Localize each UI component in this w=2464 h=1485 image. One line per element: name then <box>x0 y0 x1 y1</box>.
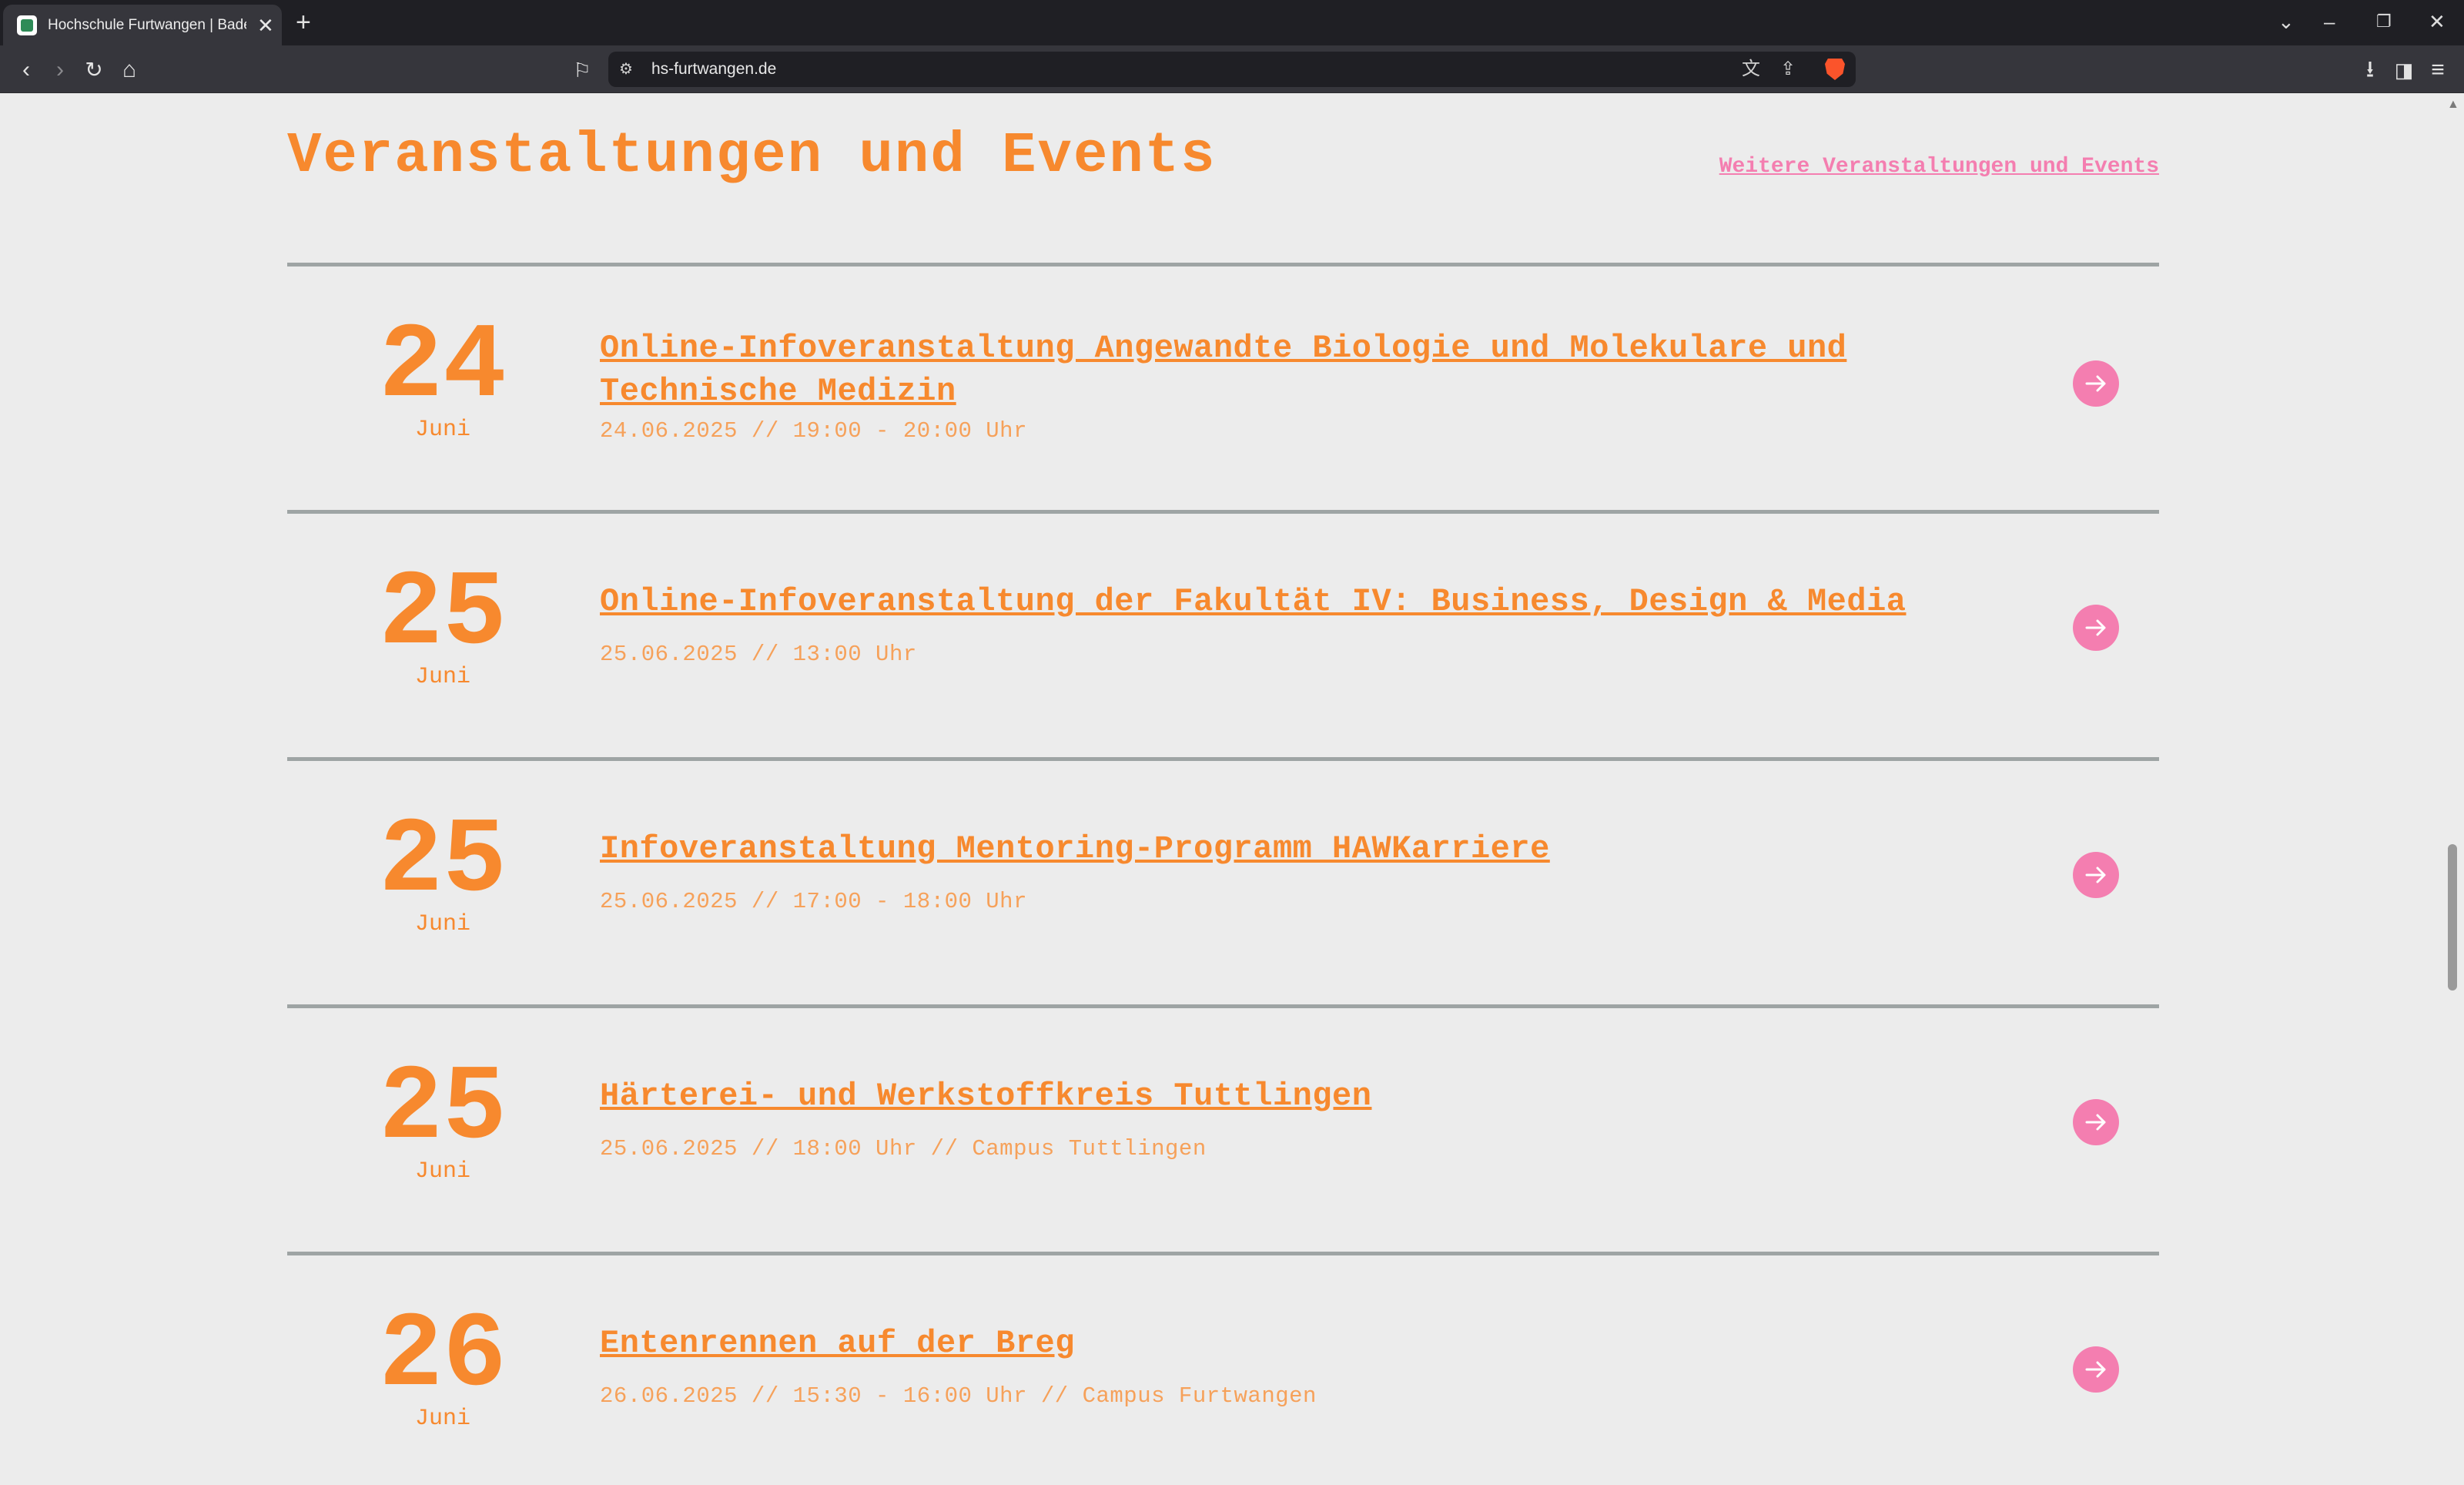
section-heading: Veranstaltungen und Events <box>287 124 1217 189</box>
event-title-link[interactable]: Entenrennen auf der Breg <box>600 1322 2047 1365</box>
address-bar[interactable]: ⚙ hs-furtwangen.de 文 ⇪ <box>608 52 1856 87</box>
bookmark-icon[interactable]: ⚐ <box>567 55 598 85</box>
scrollbar-thumb[interactable] <box>2448 844 2457 991</box>
event-title-link[interactable]: Online-Infoveranstaltung der Fakultät IV… <box>600 580 2047 623</box>
close-tab-icon[interactable]: ✕ <box>257 15 274 35</box>
event-month: Juni <box>414 664 470 690</box>
browser-tab[interactable]: Hochschule Furtwangen | Baden-Württember… <box>3 5 282 45</box>
brave-shields-icon[interactable] <box>1825 59 1845 80</box>
event-day: 24 <box>379 307 507 427</box>
event-item[interactable]: 25 Juni Infoveranstaltung Mentoring-Prog… <box>287 757 2159 1004</box>
event-month: Juni <box>414 1158 470 1185</box>
scroll-up-icon[interactable]: ▲ <box>2447 98 2459 112</box>
event-title-link[interactable]: Infoveranstaltung Mentoring-Programm HAW… <box>600 827 2047 870</box>
arrow-right-icon[interactable] <box>2073 852 2119 898</box>
event-item[interactable]: 25 Juni Online-Infoveranstaltung der Fak… <box>287 510 2159 757</box>
downloads-icon[interactable]: ⭳ <box>2355 55 2385 85</box>
close-window-button[interactable]: ✕ <box>2429 9 2446 34</box>
event-item[interactable]: 25 Juni Härterei- und Werkstoffkreis Tut… <box>287 1004 2159 1252</box>
event-month: Juni <box>414 1406 470 1432</box>
home-icon[interactable]: ⌂ <box>114 55 145 85</box>
url-text: hs-furtwangen.de <box>651 60 777 78</box>
event-list: 24 Juni Online-Infoveranstaltung Angewan… <box>287 263 2159 1485</box>
share-icon[interactable]: ⇪ <box>1780 57 1796 82</box>
event-item[interactable]: 26 Juni Entenrennen auf der Breg 26.06.2… <box>287 1252 2159 1485</box>
restore-button[interactable]: ❐ <box>2376 9 2392 34</box>
page-scrollbar[interactable]: ▲ <box>2441 93 2464 1485</box>
arrow-right-icon[interactable] <box>2073 1099 2119 1145</box>
arrow-right-icon[interactable] <box>2073 1346 2119 1393</box>
event-day: 25 <box>379 1049 507 1169</box>
arrow-right-icon[interactable] <box>2073 360 2119 407</box>
site-settings-icon[interactable]: ⚙ <box>619 57 633 82</box>
more-events-link[interactable]: Weitere Veranstaltungen und Events <box>1719 155 2159 179</box>
event-day: 26 <box>379 1296 507 1416</box>
event-meta: 24.06.2025 // 19:00 - 20:00 Uhr <box>600 418 1027 444</box>
event-month: Juni <box>414 417 470 443</box>
tab-list-chevron-icon[interactable]: ⌄ <box>2278 9 2295 34</box>
page-content: Veranstaltungen und Events Weitere Veran… <box>0 93 2441 1485</box>
forward-icon[interactable]: › <box>45 55 75 85</box>
event-meta: 25.06.2025 // 17:00 - 18:00 Uhr <box>600 889 1027 914</box>
menu-icon[interactable]: ≡ <box>2422 55 2453 85</box>
event-meta: 26.06.2025 // 15:30 - 16:00 Uhr // Campu… <box>600 1383 1317 1409</box>
browser-toolbar: ‹ › ↻ ⌂ ⚐ ⚙ hs-furtwangen.de 文 ⇪ ⭳ ◨ ≡ <box>0 45 2464 93</box>
event-title-link[interactable]: Härterei- und Werkstoffkreis Tuttlingen <box>600 1074 2047 1118</box>
event-item[interactable]: 24 Juni Online-Infoveranstaltung Angewan… <box>287 263 2159 510</box>
event-meta: 25.06.2025 // 13:00 Uhr <box>600 642 917 667</box>
site-favicon-icon <box>17 15 37 35</box>
browser-tab-bar: Hochschule Furtwangen | Baden-Württember… <box>0 0 2464 45</box>
event-day: 25 <box>379 802 507 922</box>
minimize-button[interactable]: – <box>2324 9 2335 34</box>
event-day: 25 <box>379 555 507 675</box>
tab-title: Hochschule Furtwangen | Baden-Württember… <box>48 16 246 33</box>
event-title-link[interactable]: Online-Infoveranstaltung Angewandte Biol… <box>600 327 2047 413</box>
event-month: Juni <box>414 911 470 937</box>
reload-icon[interactable]: ↻ <box>79 55 109 85</box>
sidebar-icon[interactable]: ◨ <box>2389 55 2419 85</box>
event-meta: 25.06.2025 // 18:00 Uhr // Campus Tuttli… <box>600 1136 1207 1162</box>
arrow-right-icon[interactable] <box>2073 605 2119 651</box>
back-icon[interactable]: ‹ <box>11 55 42 85</box>
new-tab-button[interactable]: + <box>296 8 311 37</box>
translate-icon[interactable]: 文 <box>1742 57 1760 82</box>
